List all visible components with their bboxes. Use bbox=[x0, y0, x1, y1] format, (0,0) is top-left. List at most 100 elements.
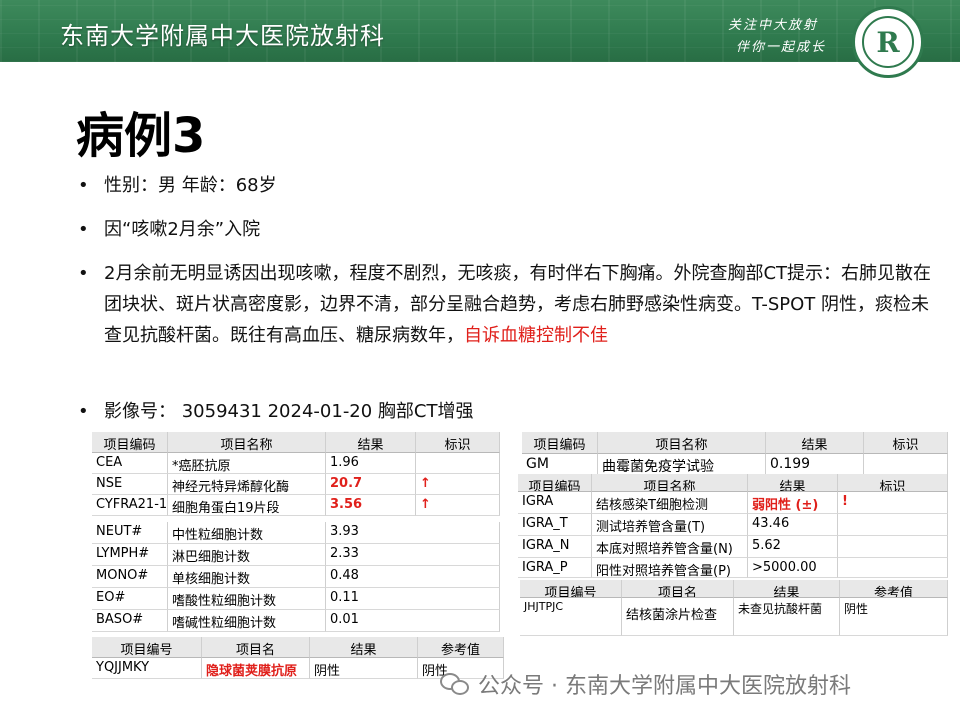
header-code: 项目编号 bbox=[520, 580, 622, 598]
cell-code: JHJTPJC bbox=[520, 598, 622, 636]
table-header: 项目编号 项目名 结果 参考值 bbox=[92, 637, 504, 658]
cell-flag bbox=[416, 453, 500, 474]
header-code: 项目编码 bbox=[522, 432, 598, 454]
table-row: IGRA_N 本底对照培养管含量(N) 5.62 bbox=[518, 536, 948, 558]
cell-ref: 阴性 bbox=[840, 598, 948, 636]
cell-code: IGRA bbox=[518, 492, 592, 514]
header-name: 项目名称 bbox=[168, 432, 326, 453]
cell-code: NSE bbox=[92, 474, 168, 495]
header-result: 结果 bbox=[326, 432, 416, 453]
watermark-text: 公众号 · 东南大学附属中大医院放射科 bbox=[478, 674, 851, 699]
cell-code: GM bbox=[522, 454, 598, 476]
cell-name: 隐球菌荚膜抗原 bbox=[202, 658, 310, 679]
wechat-watermark: 公众号 · 东南大学附属中大医院放射科 bbox=[440, 668, 851, 700]
blood-count-table: NEUT# 中性粒细胞计数 3.93 LYMPH# 淋巴细胞计数 2.33 MO… bbox=[92, 522, 500, 632]
bullet-text: 因“咳嗽2月余”入院 bbox=[104, 219, 261, 240]
table-header: 项目编码 项目名称 结果 标识 bbox=[518, 474, 948, 492]
cell-name: 结核感染T细胞检测 bbox=[592, 492, 748, 514]
cell-result-abnormal: 20.7 bbox=[326, 474, 416, 495]
cell-result: 阴性 bbox=[310, 658, 418, 679]
cell-result: 3.93 bbox=[326, 522, 500, 544]
cell-name: 中性粒细胞计数 bbox=[168, 522, 326, 544]
cell-name: 曲霉菌免疫学试验 bbox=[598, 454, 766, 476]
cell-code: EO# bbox=[92, 588, 168, 610]
header-result: 结果 bbox=[310, 637, 418, 658]
header-ref: 参考值 bbox=[418, 637, 504, 658]
table-row: IGRA 结核感染T细胞检测 弱阳性 (±) ! bbox=[518, 492, 948, 514]
cell-flag bbox=[838, 558, 948, 578]
cell-code: IGRA_N bbox=[518, 536, 592, 558]
table-row: IGRA_T 测试培养管含量(T) 43.46 bbox=[518, 514, 948, 536]
cell-result: 0.48 bbox=[326, 566, 500, 588]
cell-name: 淋巴细胞计数 bbox=[168, 544, 326, 566]
bullet-text: 性别：男 年龄：68岁 bbox=[104, 175, 277, 196]
slogan-line-2: 伴你一起成长 bbox=[736, 40, 827, 55]
tb-smear-table: 项目编号 项目名 结果 参考值 JHJTPJC 结核菌涂片检查 未查见抗酸杆菌 … bbox=[520, 580, 948, 636]
cell-name: *癌胚抗原 bbox=[168, 453, 326, 474]
cell-result: 5.62 bbox=[748, 536, 838, 558]
header-code: 项目编码 bbox=[518, 474, 592, 492]
cell-name: 嗜酸性粒细胞计数 bbox=[168, 588, 326, 610]
table-header: 项目编码 项目名称 结果 标识 bbox=[92, 432, 500, 453]
cell-name: 阳性对照培养管含量(P) bbox=[592, 558, 748, 578]
header-name: 项目名称 bbox=[598, 432, 766, 454]
cell-name: 单核细胞计数 bbox=[168, 566, 326, 588]
header-name: 项目名称 bbox=[592, 474, 748, 492]
cell-result-abnormal: 弱阳性 (±) bbox=[748, 492, 838, 514]
bullet-dot: • bbox=[78, 263, 89, 284]
header-code: 项目编码 bbox=[92, 432, 168, 453]
cell-code: IGRA_P bbox=[518, 558, 592, 578]
cell-name: 测试培养管含量(T) bbox=[592, 514, 748, 536]
cell-result: 0.01 bbox=[326, 610, 500, 632]
cell-name: 神经元特异烯醇化酶 bbox=[168, 474, 326, 495]
cell-result: 0.199 bbox=[766, 454, 864, 476]
cell-result: >5000.00 bbox=[748, 558, 838, 578]
cell-flag bbox=[838, 514, 948, 536]
cell-code: YQJJMKY bbox=[92, 658, 202, 679]
bullet-dot: • bbox=[78, 219, 89, 240]
slogan-line-1: 关注中大放射 bbox=[728, 18, 819, 33]
up-arrow-icon: ↑ bbox=[416, 495, 500, 516]
cell-name: 本底对照培养管含量(N) bbox=[592, 536, 748, 558]
cell-result-abnormal: 3.56 bbox=[326, 495, 416, 516]
cell-code: NEUT# bbox=[92, 522, 168, 544]
header-flag: 标识 bbox=[416, 432, 500, 453]
cell-code: CEA bbox=[92, 453, 168, 474]
table-row: NEUT# 中性粒细胞计数 3.93 bbox=[92, 522, 500, 544]
bullet-dot: • bbox=[78, 175, 89, 196]
header-result: 结果 bbox=[748, 474, 838, 492]
gm-test-table: 项目编码 项目名称 结果 标识 GM 曲霉菌免疫学试验 0.199 bbox=[522, 432, 948, 476]
header-flag: 标识 bbox=[864, 432, 948, 454]
cell-result: 1.96 bbox=[326, 453, 416, 474]
table-row: LYMPH# 淋巴细胞计数 2.33 bbox=[92, 544, 500, 566]
table-row: CYFRA21-1 细胞角蛋白19片段 3.56 ↑ bbox=[92, 495, 500, 516]
header-flag: 标识 bbox=[838, 474, 948, 492]
table-row: IGRA_P 阳性对照培养管含量(P) >5000.00 bbox=[518, 558, 948, 578]
table-header: 项目编码 项目名称 结果 标识 bbox=[522, 432, 948, 454]
bullet-dot: • bbox=[78, 401, 89, 422]
cell-result: 0.11 bbox=[326, 588, 500, 610]
tumor-marker-table: 项目编码 项目名称 结果 标识 CEA *癌胚抗原 1.96 NSE 神经元特异… bbox=[92, 432, 500, 518]
history-highlight: 自诉血糖控制不佳 bbox=[464, 325, 608, 346]
cell-name: 结核菌涂片检查 bbox=[622, 598, 734, 636]
table-row: MONO# 单核细胞计数 0.48 bbox=[92, 566, 500, 588]
header-name: 项目名 bbox=[202, 637, 310, 658]
cell-name: 细胞角蛋白19片段 bbox=[168, 495, 326, 516]
case-title: 病例3 bbox=[76, 108, 206, 164]
bullet-text: 影像号： 3059431 2024-01-20 胸部CT增强 bbox=[104, 401, 474, 422]
table-row: NSE 神经元特异烯醇化酶 20.7 ↑ bbox=[92, 474, 500, 495]
table-row: EO# 嗜酸性粒细胞计数 0.11 bbox=[92, 588, 500, 610]
header-ref: 参考值 bbox=[840, 580, 948, 598]
banner-title: 东南大学附属中大医院放射科 bbox=[60, 22, 385, 50]
table-row: CEA *癌胚抗原 1.96 bbox=[92, 453, 500, 474]
table-row: JHJTPJC 结核菌涂片检查 未查见抗酸杆菌 阴性 bbox=[520, 598, 948, 636]
cell-code: BASO# bbox=[92, 610, 168, 632]
wechat-icon bbox=[440, 671, 470, 697]
up-arrow-icon: ↑ bbox=[416, 474, 500, 495]
table-row: BASO# 嗜碱性粒细胞计数 0.01 bbox=[92, 610, 500, 632]
cell-name: 嗜碱性粒细胞计数 bbox=[168, 610, 326, 632]
cell-result: 2.33 bbox=[326, 544, 500, 566]
cell-result: 未查见抗酸杆菌 bbox=[734, 598, 840, 636]
logo-emblem: R bbox=[862, 16, 914, 68]
header-result: 结果 bbox=[766, 432, 864, 454]
